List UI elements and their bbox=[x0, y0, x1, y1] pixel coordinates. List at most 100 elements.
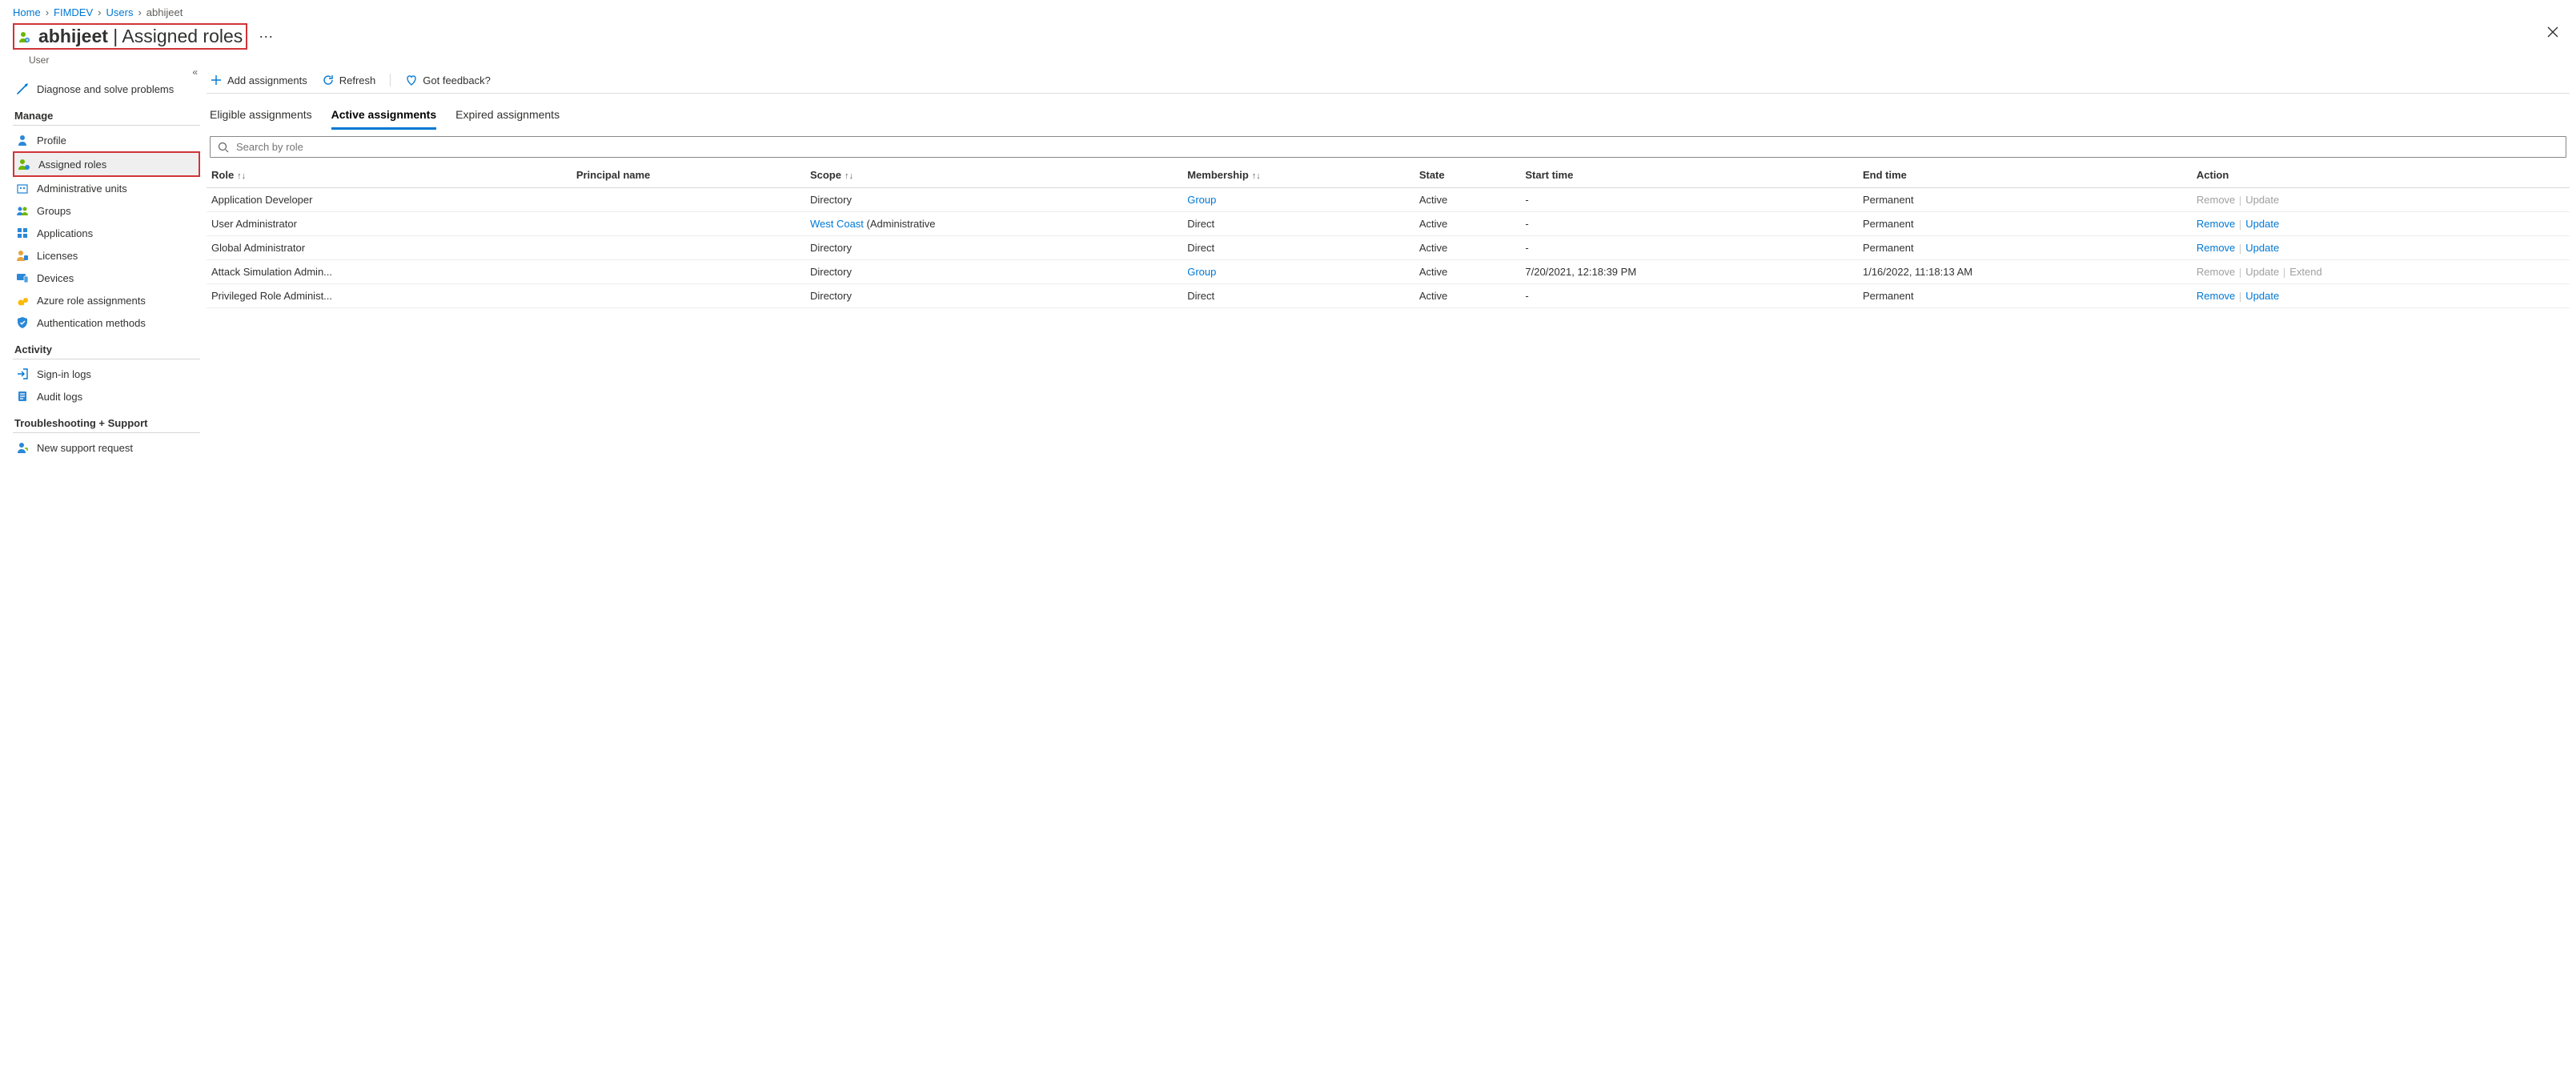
cell-action: Remove Update bbox=[2192, 236, 2570, 260]
sidebar-item-label: Profile bbox=[37, 135, 66, 147]
breadcrumb-item[interactable]: FIMDEV bbox=[54, 6, 93, 18]
search-input[interactable] bbox=[235, 140, 2559, 154]
membership-link[interactable]: Group bbox=[1187, 266, 1216, 278]
sidebar-item-authentication-methods[interactable]: Authentication methods bbox=[13, 311, 200, 334]
sidebar-item-devices[interactable]: Devices bbox=[13, 267, 200, 289]
column-start-time[interactable]: Start time bbox=[1520, 163, 1858, 188]
add-assignments-label: Add assignments bbox=[227, 74, 307, 86]
column-state[interactable]: State bbox=[1414, 163, 1521, 188]
sidebar-item-label: Sign-in logs bbox=[37, 368, 91, 380]
cell-end-time: Permanent bbox=[1858, 236, 2192, 260]
devices-icon bbox=[16, 271, 29, 284]
sidebar-item-applications[interactable]: Applications bbox=[13, 222, 200, 244]
command-separator bbox=[390, 74, 391, 86]
search-by-role[interactable] bbox=[210, 136, 2566, 158]
cell-role: User Administrator bbox=[207, 212, 572, 236]
column-end-time[interactable]: End time bbox=[1858, 163, 2192, 188]
column-membership[interactable]: Membership↑↓ bbox=[1182, 163, 1414, 188]
column-role[interactable]: Role↑↓ bbox=[207, 163, 572, 188]
collapse-sidebar-button[interactable]: « bbox=[13, 66, 200, 78]
cell-start-time: - bbox=[1520, 212, 1858, 236]
new-support-request-icon bbox=[16, 441, 29, 454]
refresh-icon bbox=[322, 74, 335, 86]
sidebar-item-label: Groups bbox=[37, 205, 71, 217]
scope-link[interactable]: West Coast bbox=[810, 218, 864, 230]
action-separator bbox=[2284, 268, 2285, 278]
groups-icon bbox=[16, 204, 29, 217]
sidebar-item-profile[interactable]: Profile bbox=[13, 129, 200, 151]
action-separator bbox=[2240, 196, 2241, 206]
remove-action[interactable]: Remove bbox=[2197, 290, 2235, 302]
action-separator bbox=[2240, 244, 2241, 254]
assignments-table: Role↑↓Principal nameScope↑↓Membership↑↓S… bbox=[207, 163, 2570, 308]
cell-end-time: Permanent bbox=[1858, 284, 2192, 308]
column-label: Principal name bbox=[576, 169, 650, 181]
sidebar-item-label: Assigned roles bbox=[38, 159, 106, 171]
cell-role: Attack Simulation Admin... bbox=[207, 260, 572, 284]
update-action: Update bbox=[2245, 266, 2279, 278]
cell-action: RemoveUpdate bbox=[2192, 188, 2570, 212]
sort-icon: ↑↓ bbox=[845, 171, 853, 181]
column-action[interactable]: Action bbox=[2192, 163, 2570, 188]
page-header: abhijeet | Assigned roles ··· bbox=[0, 22, 2576, 56]
column-scope[interactable]: Scope↑↓ bbox=[805, 163, 1182, 188]
sidebar-item-groups[interactable]: Groups bbox=[13, 199, 200, 222]
user-icon bbox=[18, 30, 30, 43]
update-action[interactable]: Update bbox=[2245, 242, 2279, 254]
cell-scope: Directory bbox=[805, 260, 1182, 284]
more-button[interactable]: ··· bbox=[252, 28, 279, 45]
cell-start-time: - bbox=[1520, 236, 1858, 260]
breadcrumb: Home›FIMDEV›Users›abhijeet bbox=[0, 0, 2576, 22]
table-row: Attack Simulation Admin... Directory Group… bbox=[207, 260, 2570, 284]
plus-icon bbox=[210, 74, 223, 86]
remove-action[interactable]: Remove bbox=[2197, 242, 2235, 254]
breadcrumb-item[interactable]: Home bbox=[13, 6, 41, 18]
sidebar-item-assigned-roles[interactable]: Assigned roles bbox=[13, 151, 200, 177]
chevron-right-icon: › bbox=[138, 6, 141, 18]
sidebar-item-signin-logs[interactable]: Sign-in logs bbox=[13, 363, 200, 385]
remove-action[interactable]: Remove bbox=[2197, 218, 2235, 230]
subtitle: User bbox=[29, 54, 2576, 66]
add-assignments-button[interactable]: Add assignments bbox=[210, 74, 307, 86]
action-separator bbox=[2240, 268, 2241, 278]
tab-eligible-assignments[interactable]: Eligible assignments bbox=[210, 105, 312, 130]
cell-state: Active bbox=[1414, 260, 1521, 284]
cell-role: Privileged Role Administ... bbox=[207, 284, 572, 308]
refresh-button[interactable]: Refresh bbox=[322, 74, 376, 86]
sidebar-item-licenses[interactable]: Licenses bbox=[13, 244, 200, 267]
cell-scope: West Coast (Administrative bbox=[805, 212, 1182, 236]
applications-icon bbox=[16, 227, 29, 239]
sidebar-section-title: Activity bbox=[13, 334, 200, 359]
signin-logs-icon bbox=[16, 367, 29, 380]
close-button[interactable] bbox=[2542, 23, 2563, 43]
table-row: User Administrator West Coast (Administra… bbox=[207, 212, 2570, 236]
update-action[interactable]: Update bbox=[2245, 290, 2279, 302]
cell-role: Global Administrator bbox=[207, 236, 572, 260]
cell-state: Active bbox=[1414, 284, 1521, 308]
breadcrumb-item[interactable]: Users bbox=[106, 6, 134, 18]
cell-principal-name bbox=[572, 188, 805, 212]
sidebar-item-diagnose[interactable]: Diagnose and solve problems bbox=[13, 78, 200, 100]
tab-expired-assignments[interactable]: Expired assignments bbox=[455, 105, 560, 130]
sidebar-item-audit-logs[interactable]: Audit logs bbox=[13, 385, 200, 408]
sidebar-item-new-support-request[interactable]: New support request bbox=[13, 436, 200, 459]
membership-link[interactable]: Group bbox=[1187, 194, 1216, 206]
sidebar-item-label: Authentication methods bbox=[37, 317, 146, 329]
cell-role: Application Developer bbox=[207, 188, 572, 212]
sidebar-item-label: Audit logs bbox=[37, 391, 82, 403]
feedback-button[interactable]: Got feedback? bbox=[405, 74, 491, 86]
update-action[interactable]: Update bbox=[2245, 218, 2279, 230]
remove-action: Remove bbox=[2197, 266, 2235, 278]
sidebar-section-title: Troubleshooting + Support bbox=[13, 408, 200, 433]
tabs: Eligible assignments Active assignments Ex… bbox=[207, 94, 2570, 130]
tab-active-assignments[interactable]: Active assignments bbox=[331, 105, 437, 130]
sidebar-item-administrative-units[interactable]: Administrative units bbox=[13, 177, 200, 199]
cell-membership: Direct bbox=[1182, 284, 1414, 308]
cell-membership: Group bbox=[1182, 260, 1414, 284]
sidebar-item-azure-role-assignments[interactable]: Azure role assignments bbox=[13, 289, 200, 311]
azure-role-assignments-icon bbox=[16, 294, 29, 307]
column-principal-name[interactable]: Principal name bbox=[572, 163, 805, 188]
cell-state: Active bbox=[1414, 236, 1521, 260]
sidebar-item-label: Applications bbox=[37, 227, 93, 239]
sidebar-item-label: Devices bbox=[37, 272, 74, 284]
